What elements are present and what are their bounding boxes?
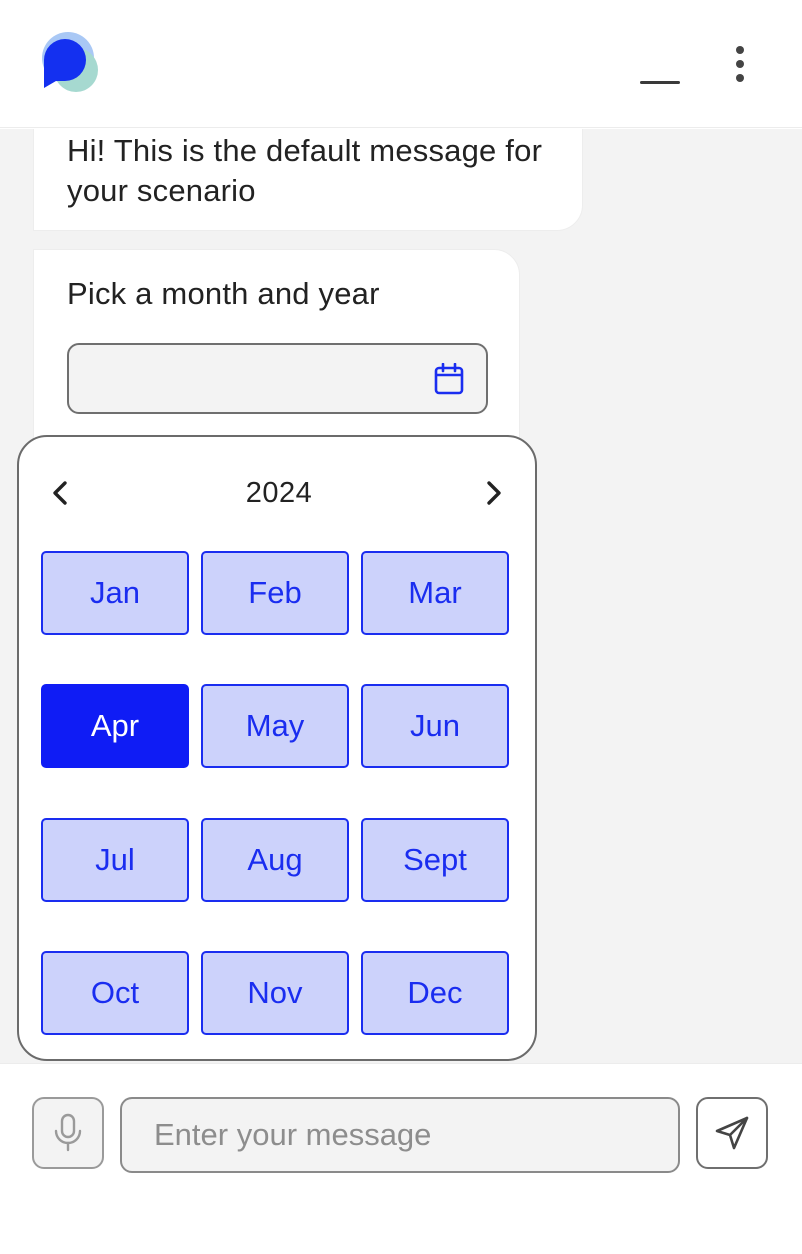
month-picker: 2024 Jan Feb Mar Apr May Jun Jul Aug Sep… [17, 435, 537, 1061]
month-sept[interactable]: Sept [361, 818, 509, 902]
calendar-icon[interactable] [434, 363, 464, 395]
month-dec[interactable]: Dec [361, 951, 509, 1035]
menu-dot [736, 74, 744, 82]
bot-message-text: Hi! This is the default message for your… [67, 133, 543, 208]
month-jul[interactable]: Jul [41, 818, 189, 902]
month-mar[interactable]: Mar [361, 551, 509, 635]
message-input[interactable]: Enter your message [120, 1097, 680, 1173]
month-feb[interactable]: Feb [201, 551, 349, 635]
chat-messages[interactable]: Hi! This is the default message for your… [0, 129, 802, 1063]
microphone-icon [54, 1113, 82, 1152]
chat-header [0, 0, 802, 128]
more-vertical-icon [736, 46, 744, 54]
month-aug[interactable]: Aug [201, 818, 349, 902]
picker-year: 2024 [245, 477, 313, 509]
month-year-input[interactable] [67, 343, 488, 414]
chevron-right-icon[interactable] [475, 473, 511, 513]
month-nov[interactable]: Nov [201, 951, 349, 1035]
send-icon [715, 1116, 749, 1150]
chat-bubble-logo [42, 32, 98, 92]
microphone-button[interactable] [32, 1097, 104, 1169]
month-jan[interactable]: Jan [41, 551, 189, 635]
send-button[interactable] [696, 1097, 768, 1169]
minimize-button[interactable] [632, 60, 688, 100]
chat-widget: Hi! This is the default message for your… [0, 0, 802, 1254]
message-placeholder: Enter your message [154, 1117, 432, 1152]
more-options-button[interactable] [722, 40, 758, 90]
month-jun[interactable]: Jun [361, 684, 509, 768]
month-oct[interactable]: Oct [41, 951, 189, 1035]
composer: Enter your message [0, 1063, 802, 1254]
bot-message: Hi! This is the default message for your… [33, 129, 583, 231]
bot-message-date-prompt: Pick a month and year [33, 249, 520, 449]
month-apr[interactable]: Apr [41, 684, 189, 768]
month-may[interactable]: May [201, 684, 349, 768]
menu-dot [736, 60, 744, 68]
date-prompt-text: Pick a month and year [67, 276, 380, 311]
minimize-icon [640, 81, 680, 84]
